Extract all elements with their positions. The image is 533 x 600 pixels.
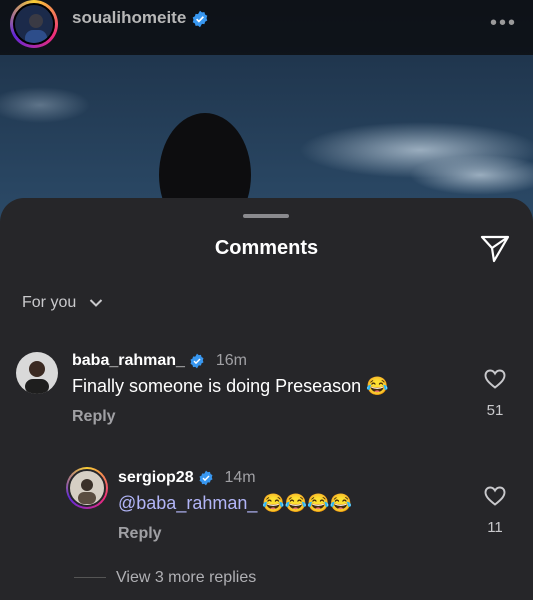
reply-comment-item: sergiop28 14m @baba_rahman_ 😂😂😂😂 Reply 1… bbox=[0, 463, 533, 553]
reply-button[interactable]: Reply bbox=[72, 408, 116, 426]
post-username[interactable]: soualihomeite bbox=[72, 8, 209, 28]
verified-badge-icon bbox=[192, 10, 208, 27]
comment-username[interactable]: sergiop28 14m bbox=[118, 469, 256, 487]
comment-timestamp: 14m bbox=[224, 469, 256, 486]
verified-badge-icon bbox=[199, 470, 213, 486]
comment-username-label: baba_rahman_ bbox=[72, 352, 185, 369]
like-count: 51 bbox=[486, 402, 504, 419]
share-icon[interactable] bbox=[479, 232, 511, 264]
commenter-avatar[interactable] bbox=[66, 467, 108, 509]
laughing-emoji: 😂 bbox=[366, 376, 389, 396]
view-more-replies-button[interactable]: View 3 more replies bbox=[74, 569, 256, 587]
comment-text: Finally someone is doing Preseason 😂 bbox=[72, 376, 389, 397]
commenter-avatar[interactable] bbox=[16, 352, 58, 394]
comment-timestamp: 16m bbox=[215, 352, 247, 369]
comment-username[interactable]: baba_rahman_ 16m bbox=[72, 352, 247, 370]
sort-filter-dropdown[interactable]: For you bbox=[22, 294, 103, 312]
laughing-emoji: 😂😂😂😂 bbox=[262, 493, 353, 513]
view-more-replies-label: View 3 more replies bbox=[116, 569, 257, 586]
comment-text: @baba_rahman_ 😂😂😂😂 bbox=[118, 493, 352, 514]
like-count: 11 bbox=[487, 519, 503, 536]
chevron-down-icon bbox=[89, 299, 102, 307]
drag-handle[interactable] bbox=[243, 214, 289, 218]
heart-icon[interactable] bbox=[483, 367, 507, 391]
comment-item: baba_rahman_ 16m Finally someone is doin… bbox=[0, 346, 533, 436]
post-header: soualihomeite ••• bbox=[0, 0, 533, 55]
comments-sheet: Comments For you baba_rahman_ 16m Finall… bbox=[0, 198, 533, 600]
reply-button[interactable]: Reply bbox=[118, 525, 162, 543]
more-options-icon[interactable]: ••• bbox=[490, 12, 517, 35]
mention-link[interactable]: @baba_rahman_ bbox=[118, 493, 257, 513]
post-username-label: soualihomeite bbox=[72, 8, 187, 27]
sort-filter-label: For you bbox=[22, 294, 77, 311]
replies-divider bbox=[74, 577, 106, 579]
profile-avatar[interactable] bbox=[10, 0, 58, 48]
sheet-title: Comments bbox=[214, 237, 319, 259]
heart-icon[interactable] bbox=[483, 484, 507, 508]
verified-badge-icon bbox=[190, 353, 204, 369]
comment-username-label: sergiop28 bbox=[118, 469, 194, 486]
comment-body: Finally someone is doing Preseason bbox=[72, 376, 362, 396]
